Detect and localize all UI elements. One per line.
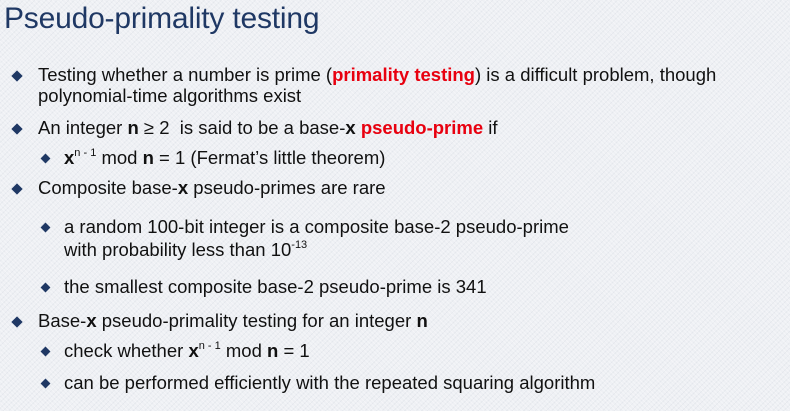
pseudo-prime-highlight: pseudo-prime: [360, 117, 484, 138]
bullet-4-1-line: check whether xn - 1 mod n = 1: [64, 340, 310, 361]
bullet-1-line-2: polynomial-time algorithms exist: [38, 85, 302, 106]
bullet-diamond-icon: [11, 70, 23, 82]
bullet-4-2-line: can be performed efficiently with the re…: [64, 372, 596, 393]
bullet-1-line-1: Testing whether a number is prime (prima…: [38, 64, 717, 85]
bullet-4-line: Base-x pseudo-primality testing for an i…: [38, 310, 428, 331]
sub-bullet-diamond-icon: [40, 222, 51, 233]
bullet-3-line: Composite base-x pseudo-primes are rare: [38, 177, 386, 198]
slide-title: Pseudo-primality testing: [4, 2, 320, 35]
primality-testing-highlight: primality testing: [332, 64, 475, 85]
sub-bullet-diamond-icon: [40, 346, 51, 357]
bullet-2-1-line: xn - 1 mod n = 1 (Fermat’s little theore…: [64, 147, 386, 168]
bullet-diamond-icon: [11, 123, 23, 135]
bullet-diamond-icon: [11, 316, 23, 328]
sub-bullet-diamond-icon: [40, 282, 51, 293]
bullet-3-2-line: the smallest composite base-2 pseudo-pri…: [64, 276, 487, 297]
bullet-3-1-line-2: with probability less than 10-13: [64, 239, 308, 260]
bullet-2-line: An integer n ≥ 2 is said to be a base-x …: [38, 117, 498, 138]
bullet-3-1-line-1: a random 100-bit integer is a composite …: [64, 216, 569, 237]
sub-bullet-diamond-icon: [40, 378, 51, 389]
bullet-diamond-icon: [11, 183, 23, 195]
sub-bullet-diamond-icon: [40, 153, 51, 164]
